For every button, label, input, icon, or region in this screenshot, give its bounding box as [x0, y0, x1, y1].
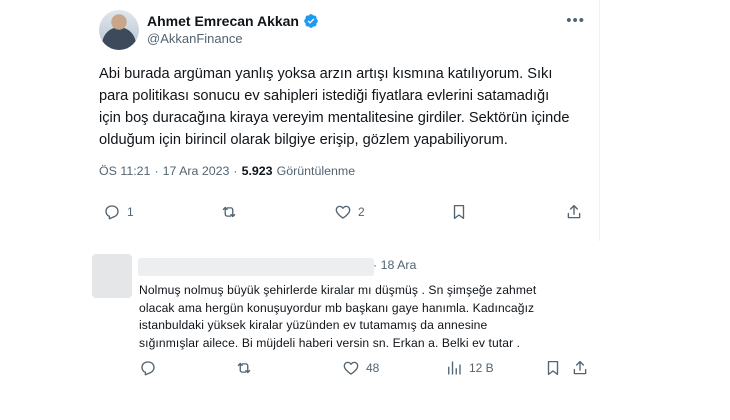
- meta-separator: ·: [233, 164, 238, 178]
- author-name[interactable]: Ahmet Emrecan Akkan: [147, 13, 299, 29]
- reply-author-redacted: [138, 258, 374, 276]
- share-icon: [573, 360, 587, 375]
- reply-bookmark-button[interactable]: [544, 359, 562, 377]
- author-handle[interactable]: @AkkanFinance: [147, 31, 243, 46]
- bookmark-icon: [453, 204, 465, 220]
- reply-views-count: 12 B: [469, 361, 494, 375]
- tweet-time[interactable]: ÖS 11:21: [99, 164, 150, 178]
- more-options-icon[interactable]: •••: [566, 12, 585, 29]
- tweet-actions: 1 2: [99, 203, 589, 223]
- retweet-icon: [237, 362, 251, 374]
- reply-actions: 48 12 B: [139, 359, 609, 379]
- analytics-icon: [448, 361, 461, 375]
- author-avatar[interactable]: [99, 10, 139, 50]
- reply-date[interactable]: · 18 Ara: [373, 258, 416, 272]
- main-tweet: Ahmet Emrecan Akkan @AkkanFinance ••• Ab…: [84, 0, 600, 241]
- reply-button[interactable]: 1: [103, 203, 134, 221]
- author-name-row: Ahmet Emrecan Akkan: [147, 13, 319, 29]
- meta-separator: ·: [154, 164, 159, 178]
- reply-reply-button[interactable]: [139, 359, 163, 377]
- reply-views-button[interactable]: 12 B: [445, 359, 494, 377]
- reply-avatar[interactable]: [92, 254, 132, 298]
- heart-icon: [335, 205, 351, 219]
- reply-retweet-button[interactable]: [235, 359, 259, 377]
- share-button[interactable]: [565, 203, 583, 221]
- reply-like-button[interactable]: 48: [342, 359, 379, 377]
- reply-text: Nolmuş nolmuş büyük şehirlerde kiralar m…: [139, 283, 537, 350]
- heart-icon: [343, 361, 359, 375]
- share-icon: [567, 204, 581, 219]
- reply-icon: [141, 361, 155, 376]
- like-count: 2: [358, 205, 365, 219]
- retweet-button[interactable]: [220, 203, 244, 221]
- verified-badge-icon: [303, 13, 319, 29]
- reply-share-button[interactable]: [571, 359, 589, 377]
- bookmark-button[interactable]: [450, 203, 468, 221]
- reply-like-count: 48: [366, 361, 380, 375]
- tweet-text: Abi burada argüman yanlış yoksa arzın ar…: [99, 66, 570, 148]
- retweet-icon: [222, 206, 236, 218]
- views-label: Görüntülenme: [276, 164, 356, 178]
- reply-icon: [105, 205, 119, 220]
- tweet-meta: ÖS 11:21 · 17 Ara 2023 · 5.923 Görüntüle…: [99, 164, 355, 178]
- reply-tweet: · 18 Ara Nolmuş nolmuş büyük şehirlerde …: [84, 252, 600, 420]
- views-count: 5.923: [241, 164, 273, 178]
- reply-count: 1: [127, 205, 134, 219]
- like-button[interactable]: 2: [334, 203, 365, 221]
- tweet-date[interactable]: 17 Ara 2023: [163, 164, 230, 178]
- bookmark-icon: [547, 360, 559, 376]
